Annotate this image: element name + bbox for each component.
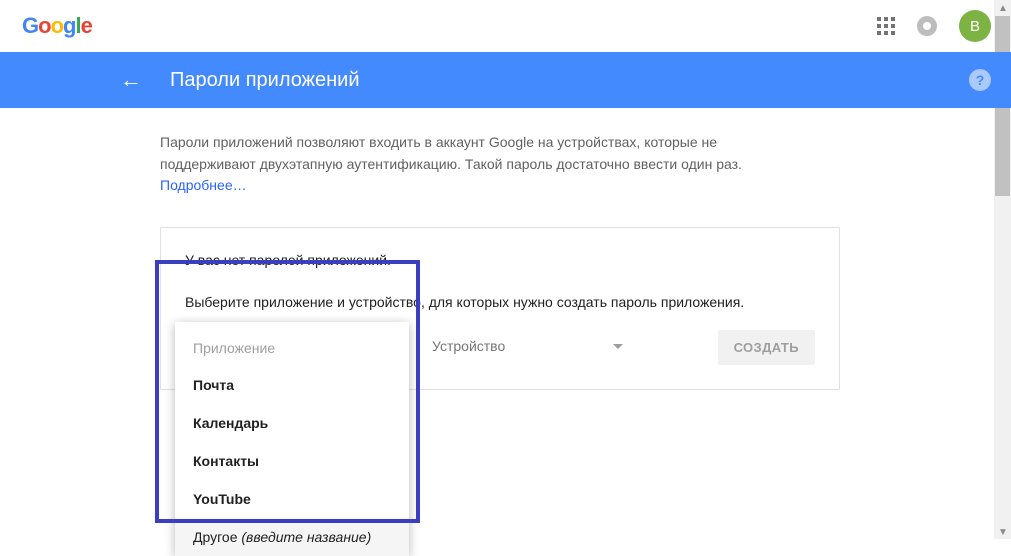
dropdown-option-mail[interactable]: Почта	[175, 366, 409, 404]
google-logo[interactable]: Google	[22, 13, 92, 39]
page-header-bar: ← Пароли приложений ?	[0, 52, 1011, 108]
scroll-down-icon[interactable]: ▼	[998, 527, 1007, 536]
dropdown-option-contacts[interactable]: Контакты	[175, 442, 409, 480]
dropdown-option-other[interactable]: Другое (введите название)	[175, 518, 409, 556]
dropdown-option-youtube[interactable]: YouTube	[175, 480, 409, 518]
top-bar: Google B	[0, 0, 1011, 52]
content-area: Пароли приложений позволяют входить в ак…	[0, 108, 820, 390]
description-body: Пароли приложений позволяют входить в ак…	[160, 134, 742, 172]
dropdown-option-other-prefix: Другое	[193, 529, 241, 545]
chevron-down-icon	[613, 344, 623, 349]
app-select-dropdown: Приложение Почта Календарь Контакты YouT…	[175, 322, 409, 556]
create-button[interactable]: СОЗДАТЬ	[718, 330, 815, 365]
description-text: Пароли приложений позволяют входить в ак…	[160, 132, 780, 197]
apps-grid-icon[interactable]	[877, 17, 895, 35]
scroll-up-icon[interactable]: ▲	[998, 3, 1007, 12]
device-select-placeholder: Устройство	[432, 338, 505, 354]
app-select[interactable]: Приложение Приложение Почта Календарь Ко…	[185, 332, 380, 361]
learn-more-link[interactable]: Подробнее…	[160, 177, 247, 193]
no-passwords-text: У вас нет паролей приложений.	[185, 252, 815, 268]
top-right-controls: B	[877, 10, 991, 42]
back-arrow-icon[interactable]: ←	[120, 67, 142, 93]
dropdown-option-other-hint: (введите название)	[241, 529, 371, 545]
notifications-icon[interactable]	[917, 16, 937, 36]
device-select-display[interactable]: Устройство	[430, 332, 625, 361]
account-avatar[interactable]: B	[959, 10, 991, 42]
page-title: Пароли приложений	[170, 69, 360, 92]
device-select[interactable]: Устройство	[430, 332, 625, 361]
dropdown-header: Приложение	[175, 332, 409, 366]
app-passwords-card: У вас нет паролей приложений. Выберите п…	[160, 227, 840, 390]
dropdown-option-calendar[interactable]: Календарь	[175, 404, 409, 442]
select-prompt-text: Выберите приложение и устройство, для ко…	[185, 294, 815, 310]
help-icon[interactable]: ?	[969, 69, 991, 91]
